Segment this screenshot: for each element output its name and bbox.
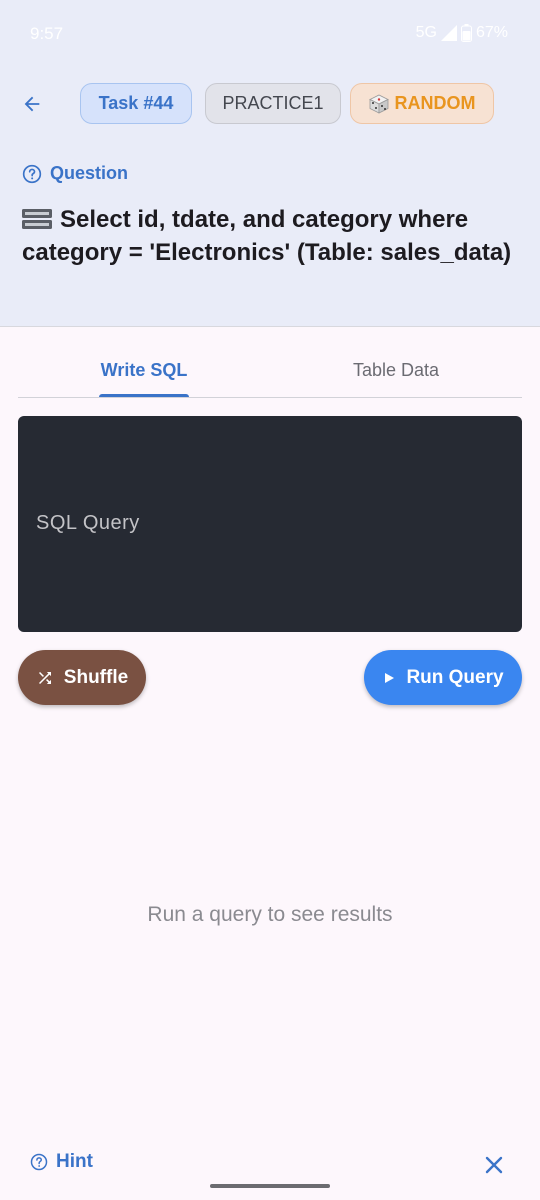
- tab-bar: Write SQL Table Data: [18, 344, 522, 398]
- tab-write-sql-label: Write SQL: [100, 360, 188, 380]
- question-label: Question: [22, 163, 128, 184]
- status-bar: 9:57 5G 67%: [0, 0, 540, 68]
- play-icon: [385, 672, 395, 683]
- sql-editor: [18, 416, 522, 632]
- home-indicator: [210, 1184, 330, 1188]
- random-chip-label: RANDOM: [394, 93, 476, 113]
- question-text-block: Select id, tdate, and category where cat…: [22, 203, 522, 269]
- practice-chip[interactable]: PRACTICE1: [205, 83, 341, 124]
- results-empty-text: Run a query to see results: [147, 903, 393, 926]
- help-circle-icon: [30, 1153, 48, 1171]
- tab-table-data-label: Table Data: [352, 360, 440, 380]
- hint-label: Hint: [56, 1151, 93, 1172]
- run-query-label: Run Query: [406, 666, 504, 688]
- close-icon[interactable]: [482, 1153, 506, 1177]
- network-label: 5G: [415, 24, 437, 41]
- task-chip[interactable]: Task #44: [80, 83, 192, 124]
- help-circle-icon: [22, 164, 42, 183]
- shuffle-label: Shuffle: [63, 666, 129, 688]
- tab-indicator: [99, 394, 189, 397]
- run-query-button[interactable]: Run Query: [364, 650, 522, 705]
- battery-icon: [460, 24, 472, 42]
- shuffle-icon: [38, 671, 51, 684]
- sql-query-input[interactable]: [18, 416, 522, 632]
- arrow-left-icon: [24, 96, 40, 112]
- hint-button[interactable]: Hint: [30, 1151, 93, 1173]
- tab-write-sql[interactable]: Write SQL: [18, 344, 270, 397]
- random-chip[interactable]: RANDOM: [350, 83, 494, 124]
- back-button[interactable]: [16, 88, 48, 120]
- status-right: 5G 67%: [416, 24, 508, 42]
- tab-table-data[interactable]: Table Data: [270, 344, 522, 397]
- signal-icon: [440, 25, 457, 41]
- storage-icon: [22, 209, 52, 229]
- shuffle-button[interactable]: Shuffle: [18, 650, 146, 705]
- dice-icon: [368, 94, 389, 114]
- question-label-text: Question: [50, 163, 129, 183]
- status-time: 9:57: [30, 24, 64, 43]
- question-text: Select id, tdate, and category where cat…: [22, 206, 512, 266]
- battery-level: 67%: [475, 24, 508, 41]
- app-bar: Task #44 PRACTICE1 RANDOM: [0, 82, 540, 126]
- question-panel: Question Select id, tdate, and category …: [0, 139, 540, 327]
